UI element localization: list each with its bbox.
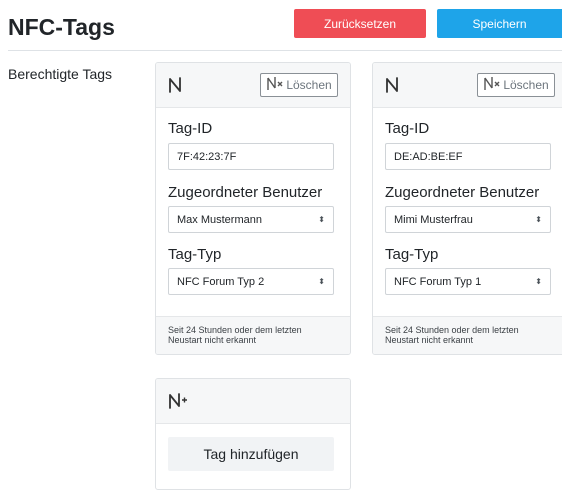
tag-card: Löschen Tag-ID DE:AD:BE:EF Zugeordneter …: [372, 62, 562, 355]
nfc-delete-icon: [483, 76, 501, 95]
header-divider: [8, 50, 562, 51]
user-label: Zugeordneter Benutzer: [168, 184, 323, 201]
user-select[interactable]: Max Mustermann ⬍: [168, 206, 334, 233]
nfc-icon: [168, 75, 182, 100]
tag-id-label: Tag-ID: [168, 120, 213, 137]
add-tag-card: Tag hinzufügen: [155, 378, 351, 490]
tag-id-field[interactable]: 7F:42:23:7F: [168, 143, 334, 170]
tag-id-field[interactable]: DE:AD:BE:EF: [385, 143, 551, 170]
delete-label: Löschen: [503, 78, 549, 92]
tag-type-label: Tag-Typ: [168, 246, 222, 263]
nfc-icon: [385, 75, 399, 100]
delete-label: Löschen: [286, 78, 332, 92]
tag-id-label: Tag-ID: [385, 120, 430, 137]
delete-tag-button[interactable]: Löschen: [260, 73, 338, 97]
tag-status: Seit 24 Stunden oder dem letzten Neustar…: [373, 316, 562, 354]
delete-tag-button[interactable]: Löschen: [477, 73, 555, 97]
tag-card: Löschen Tag-ID 7F:42:23:7F Zugeordneter …: [155, 62, 351, 355]
nfc-delete-icon: [266, 76, 284, 95]
chevron-up-down-icon: ⬍: [318, 215, 325, 224]
chevron-up-down-icon: ⬍: [318, 277, 325, 286]
tag-id-value: DE:AD:BE:EF: [394, 150, 463, 163]
tag-type-value: NFC Forum Typ 2: [177, 275, 265, 288]
tag-card-body: Tag-ID 7F:42:23:7F Zugeordneter Benutzer…: [156, 108, 350, 316]
tag-card-header: Löschen: [156, 63, 350, 108]
chevron-up-down-icon: ⬍: [535, 277, 542, 286]
user-select[interactable]: Mimi Musterfrau ⬍: [385, 206, 551, 233]
tag-card-header: Löschen: [373, 63, 562, 108]
reset-button[interactable]: Zurücksetzen: [294, 9, 426, 38]
add-tag-button[interactable]: Tag hinzufügen: [168, 437, 334, 471]
add-tag-card-header: [156, 379, 350, 424]
save-button[interactable]: Speichern: [437, 9, 562, 38]
tag-card-body: Tag-ID DE:AD:BE:EF Zugeordneter Benutzer…: [373, 108, 562, 316]
tag-type-value: NFC Forum Typ 1: [394, 275, 482, 288]
tag-type-label: Tag-Typ: [385, 246, 439, 263]
user-label: Zugeordneter Benutzer: [385, 184, 540, 201]
user-select-value: Mimi Musterfrau: [394, 213, 473, 226]
chevron-up-down-icon: ⬍: [535, 215, 542, 224]
page-title: NFC-Tags: [8, 14, 115, 40]
user-select-value: Max Mustermann: [177, 213, 262, 226]
tag-status: Seit 24 Stunden oder dem letzten Neustar…: [156, 316, 350, 354]
tag-type-select[interactable]: NFC Forum Typ 1 ⬍: [385, 268, 551, 295]
tag-type-select[interactable]: NFC Forum Typ 2 ⬍: [168, 268, 334, 295]
tag-id-value: 7F:42:23:7F: [177, 150, 237, 163]
nfc-add-icon: [168, 391, 188, 416]
section-label: Berechtigte Tags: [8, 66, 113, 82]
